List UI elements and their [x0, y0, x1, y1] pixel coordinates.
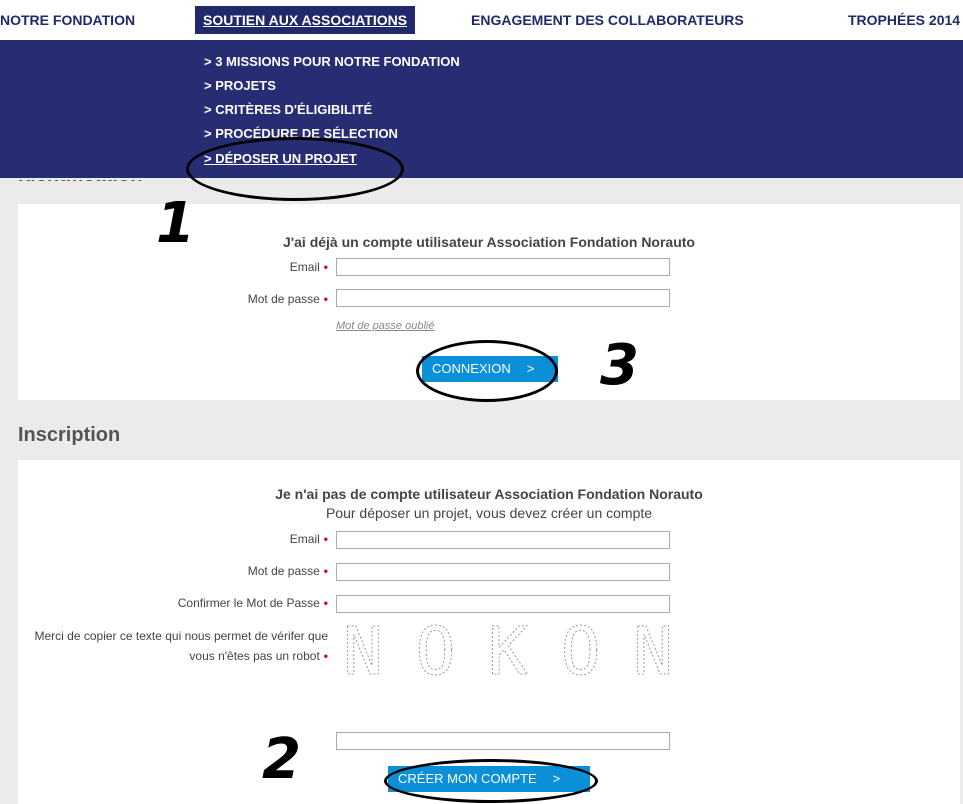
inscription-title: Inscription: [18, 424, 121, 446]
register-password-input[interactable]: [336, 563, 670, 581]
create-account-button[interactable]: CRÉER MON COMPTE >: [388, 766, 590, 792]
submenu-item-missions[interactable]: > 3 MISSIONS POUR NOTRE FONDATION: [204, 54, 460, 69]
chevron-right-icon: >: [552, 771, 561, 786]
register-confirm-label: Confirmer le Mot de Passe •: [178, 596, 328, 610]
register-email-label-text: Email: [289, 532, 320, 546]
login-password-input[interactable]: [336, 289, 670, 307]
annotation-number-3: 3: [600, 333, 639, 398]
register-email-input[interactable]: [336, 531, 670, 549]
register-heading: Je n'ai pas de compte utilisateur Associ…: [275, 486, 703, 502]
login-password-label-text: Mot de passe: [247, 292, 320, 306]
register-subheading: Pour déposer un projet, vous devez créer…: [325, 505, 653, 521]
required-mark: •: [323, 532, 328, 546]
required-mark: •: [323, 649, 328, 663]
login-email-input[interactable]: [336, 258, 670, 276]
register-password-label: Mot de passe •: [248, 564, 328, 578]
annotation-number-1: 1: [156, 191, 195, 256]
nav-trophees[interactable]: TROPHÉES 2014: [848, 0, 960, 40]
required-mark: •: [323, 292, 328, 306]
forgot-password-link[interactable]: Mot de passe oublié: [336, 320, 434, 332]
captcha-label-text: Merci de copier ce texte qui nous permet…: [34, 629, 328, 663]
submenu-item-criteres[interactable]: > CRITÈRES D'ÉLIGIBILITÉ: [204, 102, 372, 117]
required-mark: •: [323, 564, 328, 578]
annotation-number-2: 2: [262, 727, 301, 792]
captcha-text: NOKON: [343, 616, 673, 688]
register-password-label-text: Mot de passe: [247, 564, 320, 578]
nav-engagement-collaborateurs[interactable]: ENGAGEMENT DES COLLABORATEURS: [471, 0, 744, 40]
connexion-button[interactable]: CONNEXION >: [422, 356, 558, 382]
register-confirm-label-text: Confirmer le Mot de Passe: [177, 596, 320, 610]
submenu-item-projets[interactable]: > PROJETS: [204, 78, 276, 93]
required-mark: •: [323, 260, 328, 274]
top-navigation: NOTRE FONDATION SOUTIEN AUX ASSOCIATIONS…: [0, 0, 963, 40]
create-account-button-label: CRÉER MON COMPTE: [398, 771, 537, 786]
captcha-label: Merci de copier ce texte qui nous permet…: [28, 626, 328, 666]
login-password-label: Mot de passe •: [248, 292, 328, 306]
chevron-right-icon: >: [526, 361, 535, 376]
captcha-image: NOKON: [343, 616, 674, 688]
required-mark: •: [323, 596, 328, 610]
register-confirm-input[interactable]: [336, 595, 670, 613]
submenu-dropdown: > 3 MISSIONS POUR NOTRE FONDATION > PROJ…: [0, 40, 963, 178]
submenu-item-deposer-projet[interactable]: > DÉPOSER UN PROJET: [204, 151, 357, 166]
register-panel: Je n'ai pas de compte utilisateur Associ…: [18, 460, 960, 804]
login-email-label: Email •: [290, 260, 328, 274]
captcha-input[interactable]: [336, 732, 670, 750]
nav-notre-fondation[interactable]: NOTRE FONDATION: [0, 0, 135, 40]
connexion-button-label: CONNEXION: [432, 361, 511, 376]
register-email-label: Email •: [290, 532, 328, 546]
nav-soutien-associations[interactable]: SOUTIEN AUX ASSOCIATIONS: [195, 6, 416, 34]
login-email-label-text: Email: [289, 260, 320, 274]
submenu-item-procedure[interactable]: > PROCÉDURE DE SÉLECTION: [204, 126, 398, 141]
